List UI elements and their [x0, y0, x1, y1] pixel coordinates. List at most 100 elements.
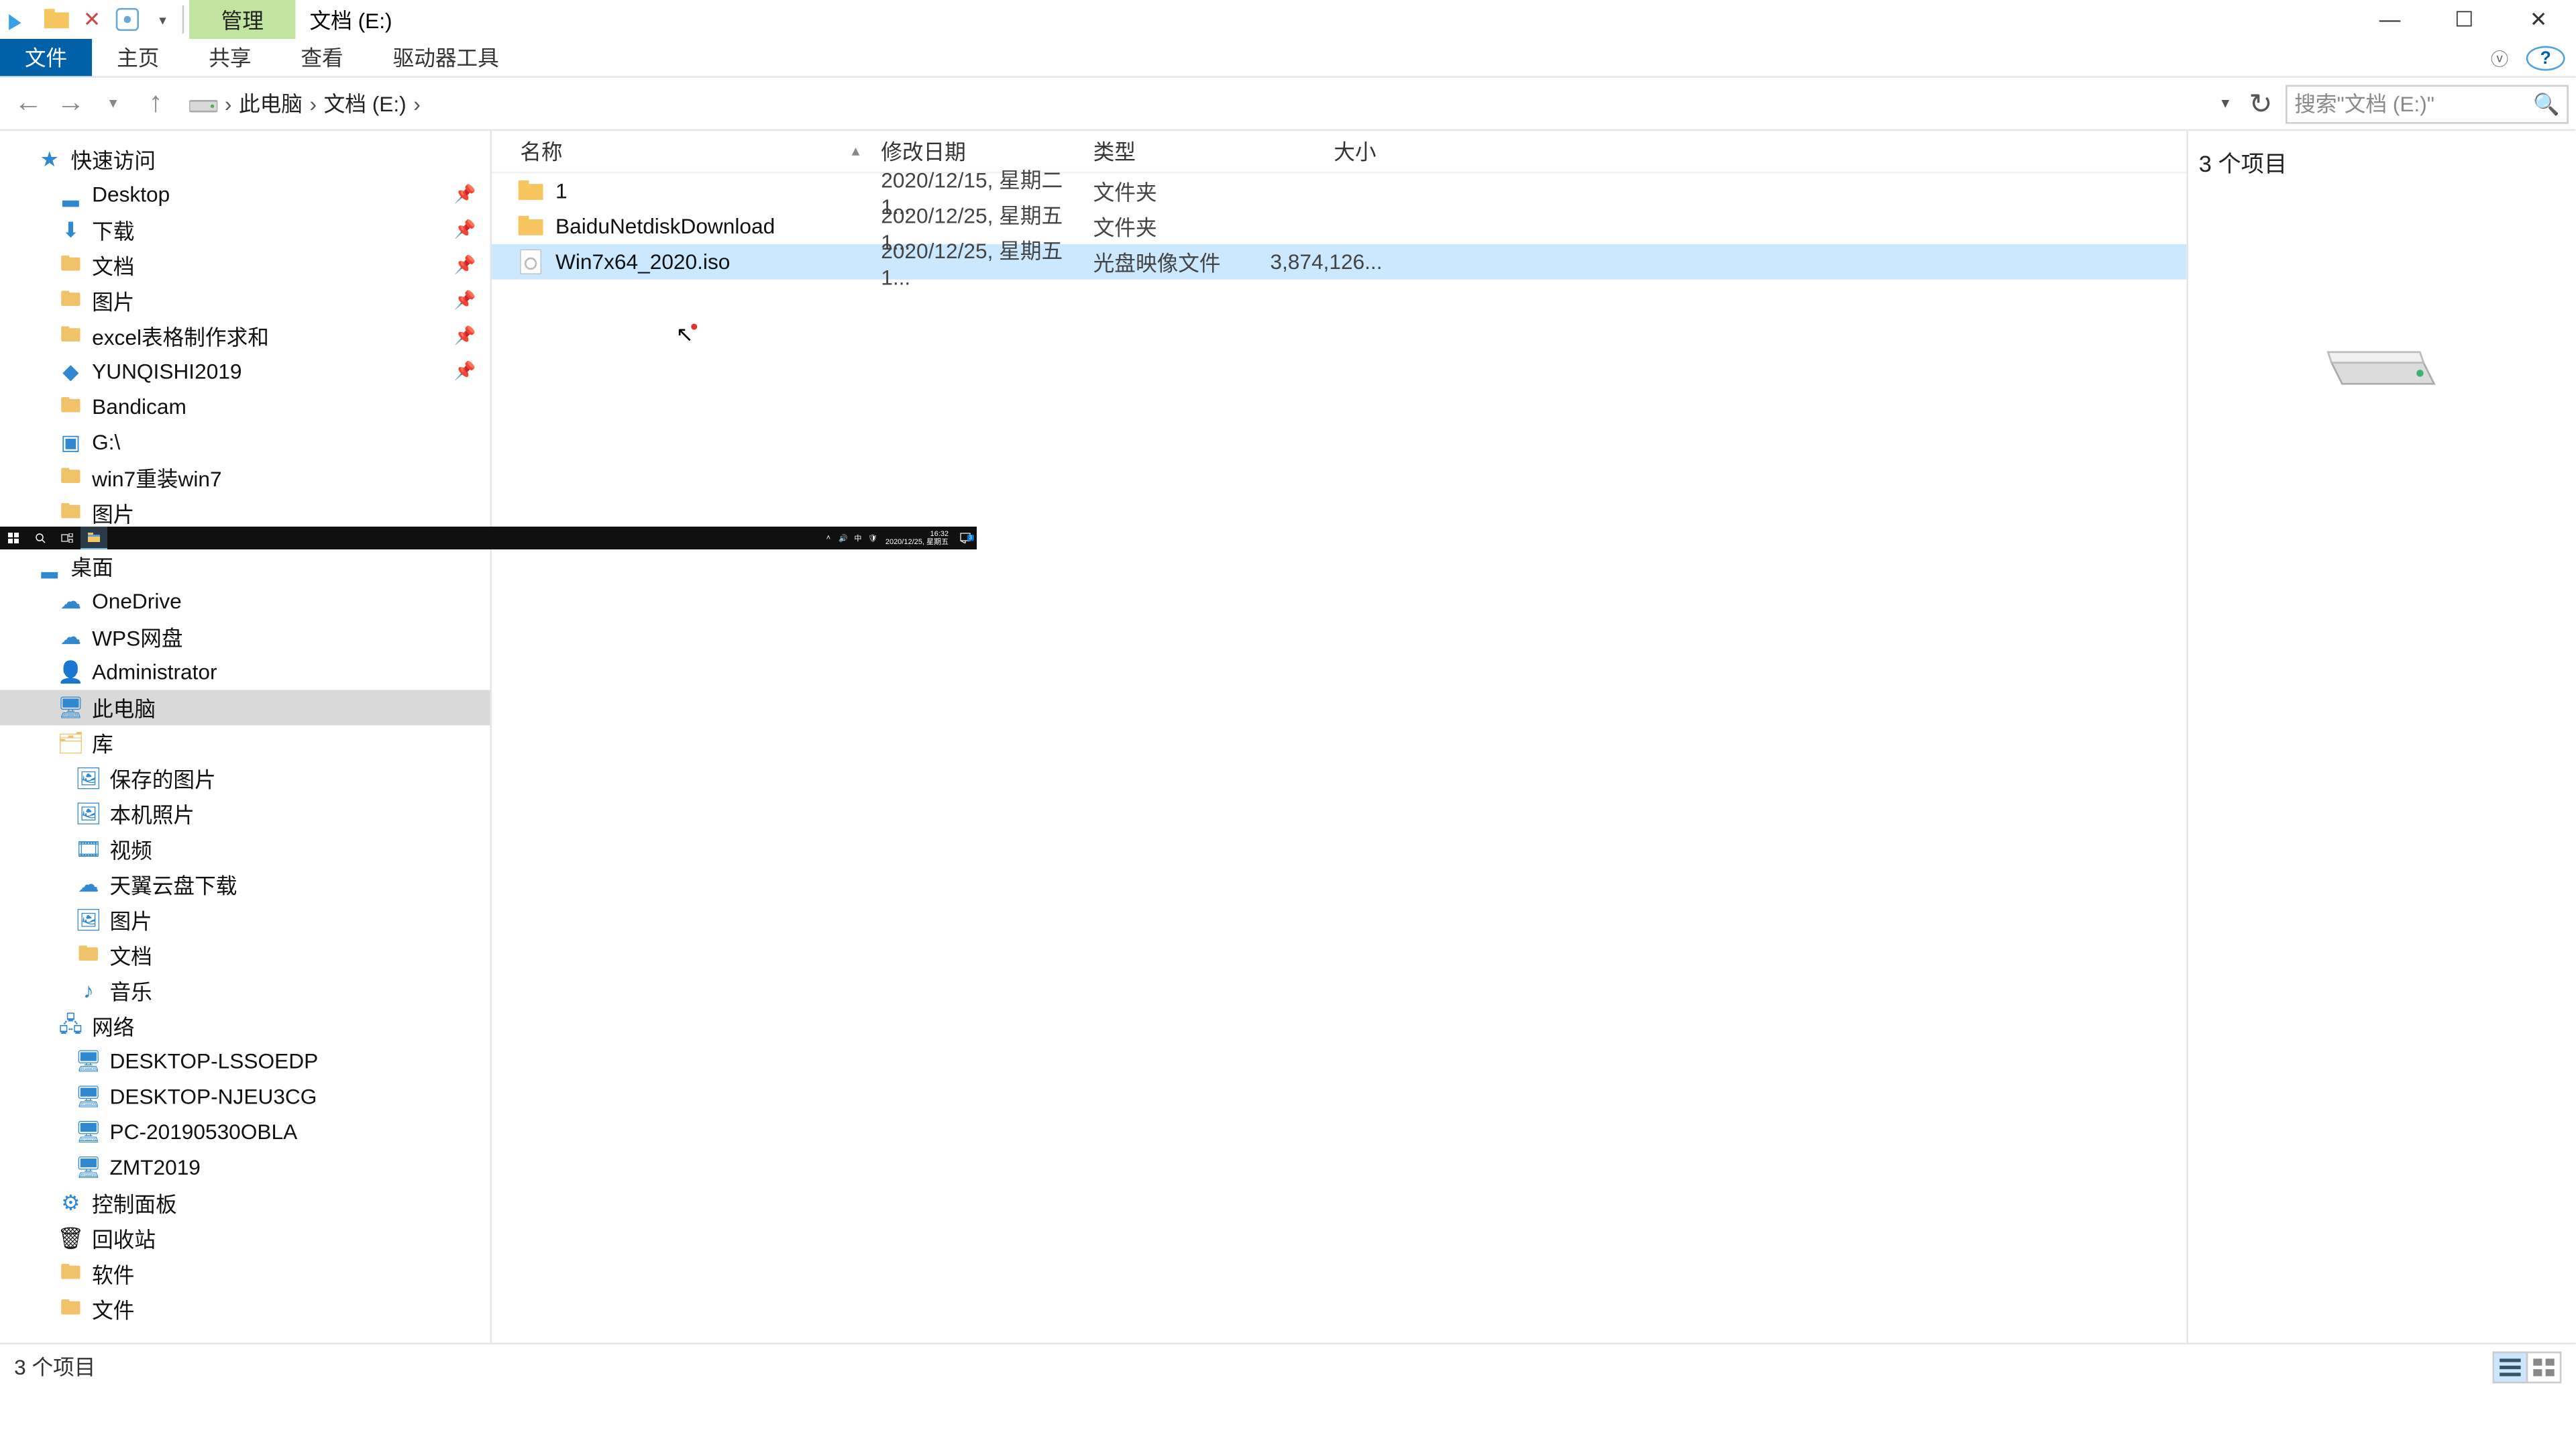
nav-yunqishi[interactable]: ◆YUNQISHI2019📌 — [0, 354, 490, 389]
drive-icon: ▣ — [56, 430, 85, 455]
nav-files[interactable]: 🖿文件 — [0, 1291, 490, 1327]
tray-ime-icon[interactable]: 中 — [851, 533, 865, 543]
qat-dropdown-icon[interactable]: ▾ — [147, 3, 178, 35]
recent-button[interactable]: ▾ — [92, 83, 134, 125]
ribbon-tab-file[interactable]: 文件 — [0, 39, 92, 76]
breadcrumb-separator: › — [413, 91, 421, 116]
tray-chevron-up-icon[interactable]: ˄ — [821, 534, 836, 542]
forward-button[interactable]: → — [50, 83, 92, 125]
close-button[interactable]: ✕ — [2502, 0, 2576, 39]
back-button[interactable]: ← — [7, 83, 50, 125]
drive-icon — [189, 93, 217, 114]
help-button[interactable]: ? — [2526, 46, 2565, 71]
maximize-button[interactable]: ☐ — [2427, 0, 2502, 39]
column-header-size[interactable]: 大小 — [1270, 136, 1376, 166]
desktop-icon: ▂ — [56, 182, 85, 207]
nav-admin[interactable]: 👤Administrator — [0, 655, 490, 690]
ribbon: 文件 主页 共享 查看 驱动器工具 ⓥ ? — [0, 39, 2575, 78]
nav-libraries[interactable]: 🗂库 — [0, 725, 490, 761]
nav-software[interactable]: 🖿软件 — [0, 1256, 490, 1291]
column-header-date[interactable]: 修改日期 — [881, 136, 1093, 166]
quick-access-toolbar: ✕ ▾ — [0, 3, 189, 35]
nav-pc3[interactable]: 🖥PC-20190530OBLA — [0, 1114, 490, 1150]
nav-pc4[interactable]: 🖥ZMT2019 — [0, 1150, 490, 1185]
taskbar[interactable]: ˄ 🔊 中 🛡 16:32 2020/12/25, 星期五 3 — [0, 527, 977, 549]
app-icon[interactable] — [5, 3, 37, 35]
nav-music[interactable]: ♪音乐 — [0, 973, 490, 1008]
taskbar-time: 16:32 — [885, 530, 949, 538]
file-size-label: 3,874,126... — [1270, 250, 1376, 274]
nav-lib-documents[interactable]: 🖿文档 — [0, 938, 490, 973]
ribbon-tab-drive-tools[interactable]: 驱动器工具 — [368, 39, 524, 76]
nav-bandicam[interactable]: 🖿Bandicam — [0, 389, 490, 425]
breadcrumb-root[interactable]: 此电脑 — [239, 89, 303, 119]
tray-security-icon[interactable]: 🛡 — [865, 534, 880, 543]
nav-excel[interactable]: 🖿excel表格制作求和📌 — [0, 319, 490, 354]
search-button[interactable] — [27, 527, 54, 549]
taskbar-clock[interactable]: 16:32 2020/12/25, 星期五 — [880, 530, 954, 546]
qat-properties-icon[interactable] — [111, 3, 143, 35]
nav-documents[interactable]: 🖿文档📌 — [0, 248, 490, 283]
nav-pictures[interactable]: 🖿图片📌 — [0, 283, 490, 319]
nav-pc2[interactable]: 🖥DESKTOP-NJEU3CG — [0, 1079, 490, 1115]
nav-win7reinstall[interactable]: 🖿win7重装win7 — [0, 460, 490, 496]
search-input[interactable]: 搜索"文档 (E:)" 🔍 — [2286, 84, 2569, 123]
desktop-icon: ▂ — [36, 553, 64, 578]
refresh-button[interactable]: ↻ — [2243, 86, 2279, 121]
nav-lib-pictures[interactable]: 🖼图片 — [0, 902, 490, 938]
nav-onedrive[interactable]: ☁OneDrive — [0, 584, 490, 619]
nav-desktop[interactable]: ▂Desktop📌 — [0, 177, 490, 213]
column-header-name[interactable]: 名称▴ — [492, 136, 881, 166]
file-date-label: 2020/12/25, 星期五 1... — [881, 234, 1093, 289]
folder-icon: 🖿 — [56, 1297, 85, 1322]
nav-wps[interactable]: ☁WPS网盘 — [0, 619, 490, 655]
nav-pc1[interactable]: 🖥DESKTOP-LSSOEDP — [0, 1044, 490, 1079]
address-dropdown-icon[interactable]: ▾ — [2208, 94, 2243, 113]
nav-control-panel[interactable]: ⚙控制面板 — [0, 1185, 490, 1221]
taskbar-explorer-button[interactable] — [80, 527, 107, 549]
notification-badge: 3 — [967, 535, 974, 541]
nav-tianyi[interactable]: ☁天翼云盘下载 — [0, 867, 490, 902]
qat-delete-icon[interactable]: ✕ — [76, 3, 107, 35]
nav-downloads[interactable]: ⬇下载📌 — [0, 212, 490, 248]
nav-desktop-root[interactable]: ▂桌面 — [0, 548, 490, 584]
search-icon[interactable]: 🔍 — [2533, 91, 2559, 116]
file-row[interactable]: Win7x64_2020.iso2020/12/25, 星期五 1...光盘映像… — [492, 244, 2186, 280]
nav-recycle[interactable]: 🗑回收站 — [0, 1221, 490, 1256]
expand-ribbon-button[interactable]: ⓥ — [2473, 39, 2526, 76]
file-row[interactable]: BaiduNetdiskDownload2020/12/25, 星期五 1...… — [492, 209, 2186, 244]
nav-pictures2[interactable]: 🖿图片 — [0, 495, 490, 531]
ribbon-tab-view[interactable]: 查看 — [276, 39, 368, 76]
recycle-icon: 🗑 — [56, 1226, 85, 1250]
navigation-pane[interactable]: ★快速访问 ▂Desktop📌 ⬇下载📌 🖿文档📌 🖿图片📌 🖿excel表格制… — [0, 131, 492, 1342]
file-row[interactable]: 12020/12/15, 星期二 1...文件夹 — [492, 173, 2186, 209]
minimize-button[interactable]: — — [2353, 0, 2427, 39]
file-type-label: 文件夹 — [1093, 211, 1271, 241]
breadcrumb-current[interactable]: 文档 (E:) — [324, 89, 407, 119]
file-list[interactable]: 名称▴ 修改日期 类型 大小 12020/12/15, 星期二 1...文件夹B… — [492, 131, 2186, 1342]
qat-folder-icon[interactable] — [41, 3, 72, 35]
start-button[interactable] — [0, 527, 27, 549]
notifications-button[interactable]: 3 — [954, 533, 977, 543]
nav-network[interactable]: 🖧网络 — [0, 1008, 490, 1044]
nav-thispc[interactable]: 🖥此电脑 — [0, 690, 490, 725]
file-name-label: Win7x64_2020.iso — [555, 250, 730, 274]
details-view-button[interactable] — [2493, 1350, 2528, 1382]
nav-videos[interactable]: 🎞视频 — [0, 831, 490, 867]
file-type-label: 光盘映像文件 — [1093, 247, 1271, 277]
up-button[interactable]: ↑ — [134, 83, 176, 125]
cloud-icon: ☁ — [56, 625, 85, 649]
nav-gdrive[interactable]: ▣G:\ — [0, 425, 490, 460]
ribbon-tab-home[interactable]: 主页 — [92, 39, 184, 76]
task-view-button[interactable] — [54, 527, 80, 549]
column-header-type[interactable]: 类型 — [1093, 136, 1271, 166]
icons-view-button[interactable] — [2526, 1350, 2562, 1382]
nav-quick-access[interactable]: ★快速访问 — [0, 142, 490, 177]
address-bar[interactable]: › 此电脑 › 文档 (E:) › — [177, 83, 2201, 124]
tray-volume-icon[interactable]: 🔊 — [836, 534, 851, 543]
nav-camera-roll[interactable]: 🖼本机照片 — [0, 796, 490, 832]
nav-saved-pictures[interactable]: 🖼保存的图片 — [0, 761, 490, 796]
breadcrumb-separator: › — [310, 91, 317, 116]
ribbon-tab-share[interactable]: 共享 — [184, 39, 276, 76]
ribbon-context-tab[interactable]: 管理 — [189, 0, 295, 39]
